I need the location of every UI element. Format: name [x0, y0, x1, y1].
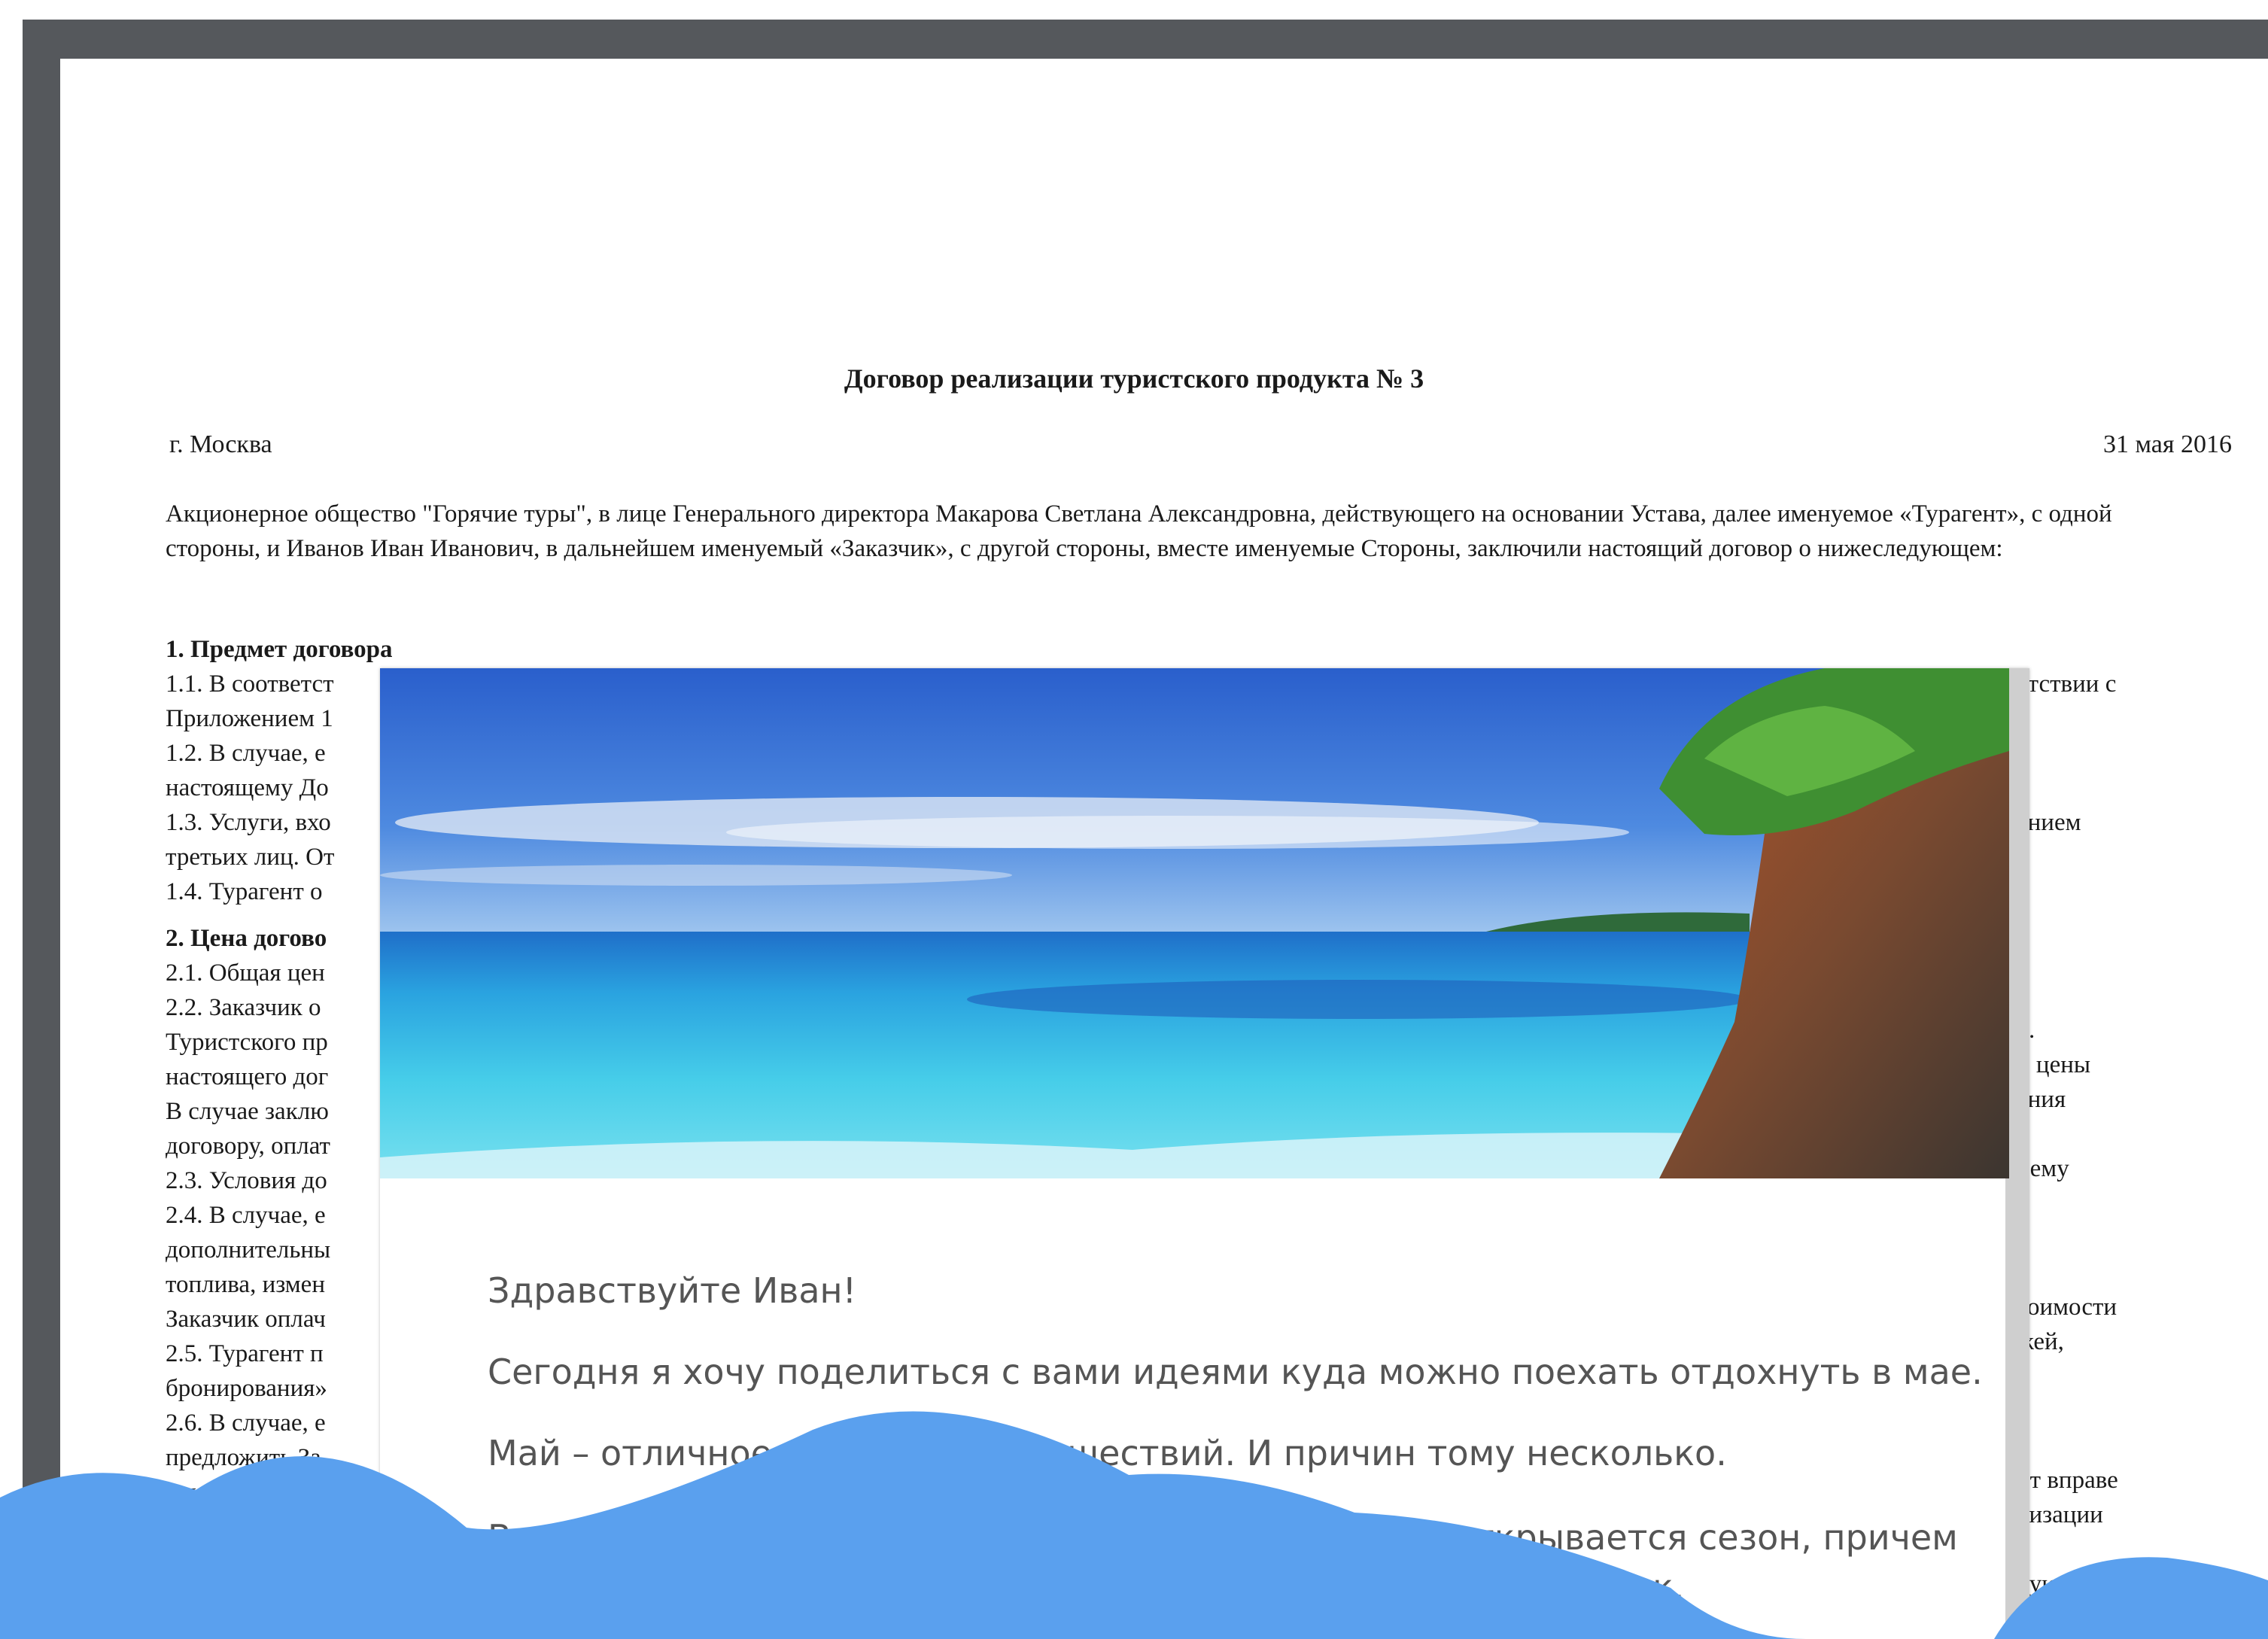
contract-line-tail: етствии с — [2017, 670, 2117, 698]
contract-line-tail: лизации — [2017, 1501, 2103, 1528]
contract-line-tail — [2017, 1117, 2242, 1151]
contract-line-tail: к — [2017, 736, 2242, 771]
contract-line-tail — [2017, 1186, 2242, 1221]
contract-date: 31 мая 2016 — [2102, 430, 2232, 458]
contract-right-column: етствии с к ением к. й цены ания цему тоимости ж… — [2017, 667, 2242, 1601]
contract-line-tail — [2017, 944, 2242, 978]
beach-hero-image — [380, 668, 2009, 1178]
email-greeting: Здравствуйте Иван! — [488, 1270, 857, 1311]
email-preview-card — [380, 668, 2029, 1639]
contract-line-tail: цему — [2017, 1155, 2069, 1182]
contract-line-tail — [2017, 1221, 2242, 1255]
email-paragraph-3: Во-первых, в после праздников на многих … — [488, 1517, 1958, 1607]
contract-line-tail — [2017, 1532, 2242, 1567]
contract-line-tail: е — [2017, 1394, 2242, 1428]
contract-city: г. Москва — [169, 430, 272, 458]
contract-line-tail: ания — [2017, 1086, 2066, 1113]
contract-line-tail: дующим — [2017, 1571, 2108, 1598]
contract-line-tail — [2017, 978, 2242, 1013]
contract-line-tail: тоимости — [2017, 1294, 2118, 1321]
contract-line-tail — [2017, 1359, 2242, 1394]
contract-line-tail — [2017, 1428, 2242, 1463]
contract-line-tail: к. — [2017, 1013, 2242, 1048]
contract-line-tail: жей, — [2017, 1328, 2064, 1355]
email-paragraph-1: Сегодня я хочу поделиться с вами идеями … — [488, 1352, 1983, 1392]
contract-line-tail — [2017, 840, 2242, 874]
section-heading: 1. Предмет договора — [166, 636, 393, 663]
contract-line-tail: ением — [2017, 809, 2081, 836]
contract-line-tail — [2017, 701, 2242, 736]
contract-line-tail — [2017, 1255, 2242, 1290]
contract-line-tail: нт вправе — [2017, 1467, 2118, 1494]
contract-line-tail — [2017, 874, 2242, 909]
contract-line-tail: й цены — [2017, 1051, 2091, 1078]
contract-line-tail — [2017, 771, 2242, 805]
contract-intro: Акционерное общество "Горячие туры", в л… — [166, 500, 2112, 562]
email-paragraph-2: Май – отличное время для путешествий. И … — [488, 1433, 1727, 1473]
contract-line-tail — [2017, 909, 2242, 944]
contract-title: Договор реализации туристского продукта … — [844, 363, 1424, 394]
